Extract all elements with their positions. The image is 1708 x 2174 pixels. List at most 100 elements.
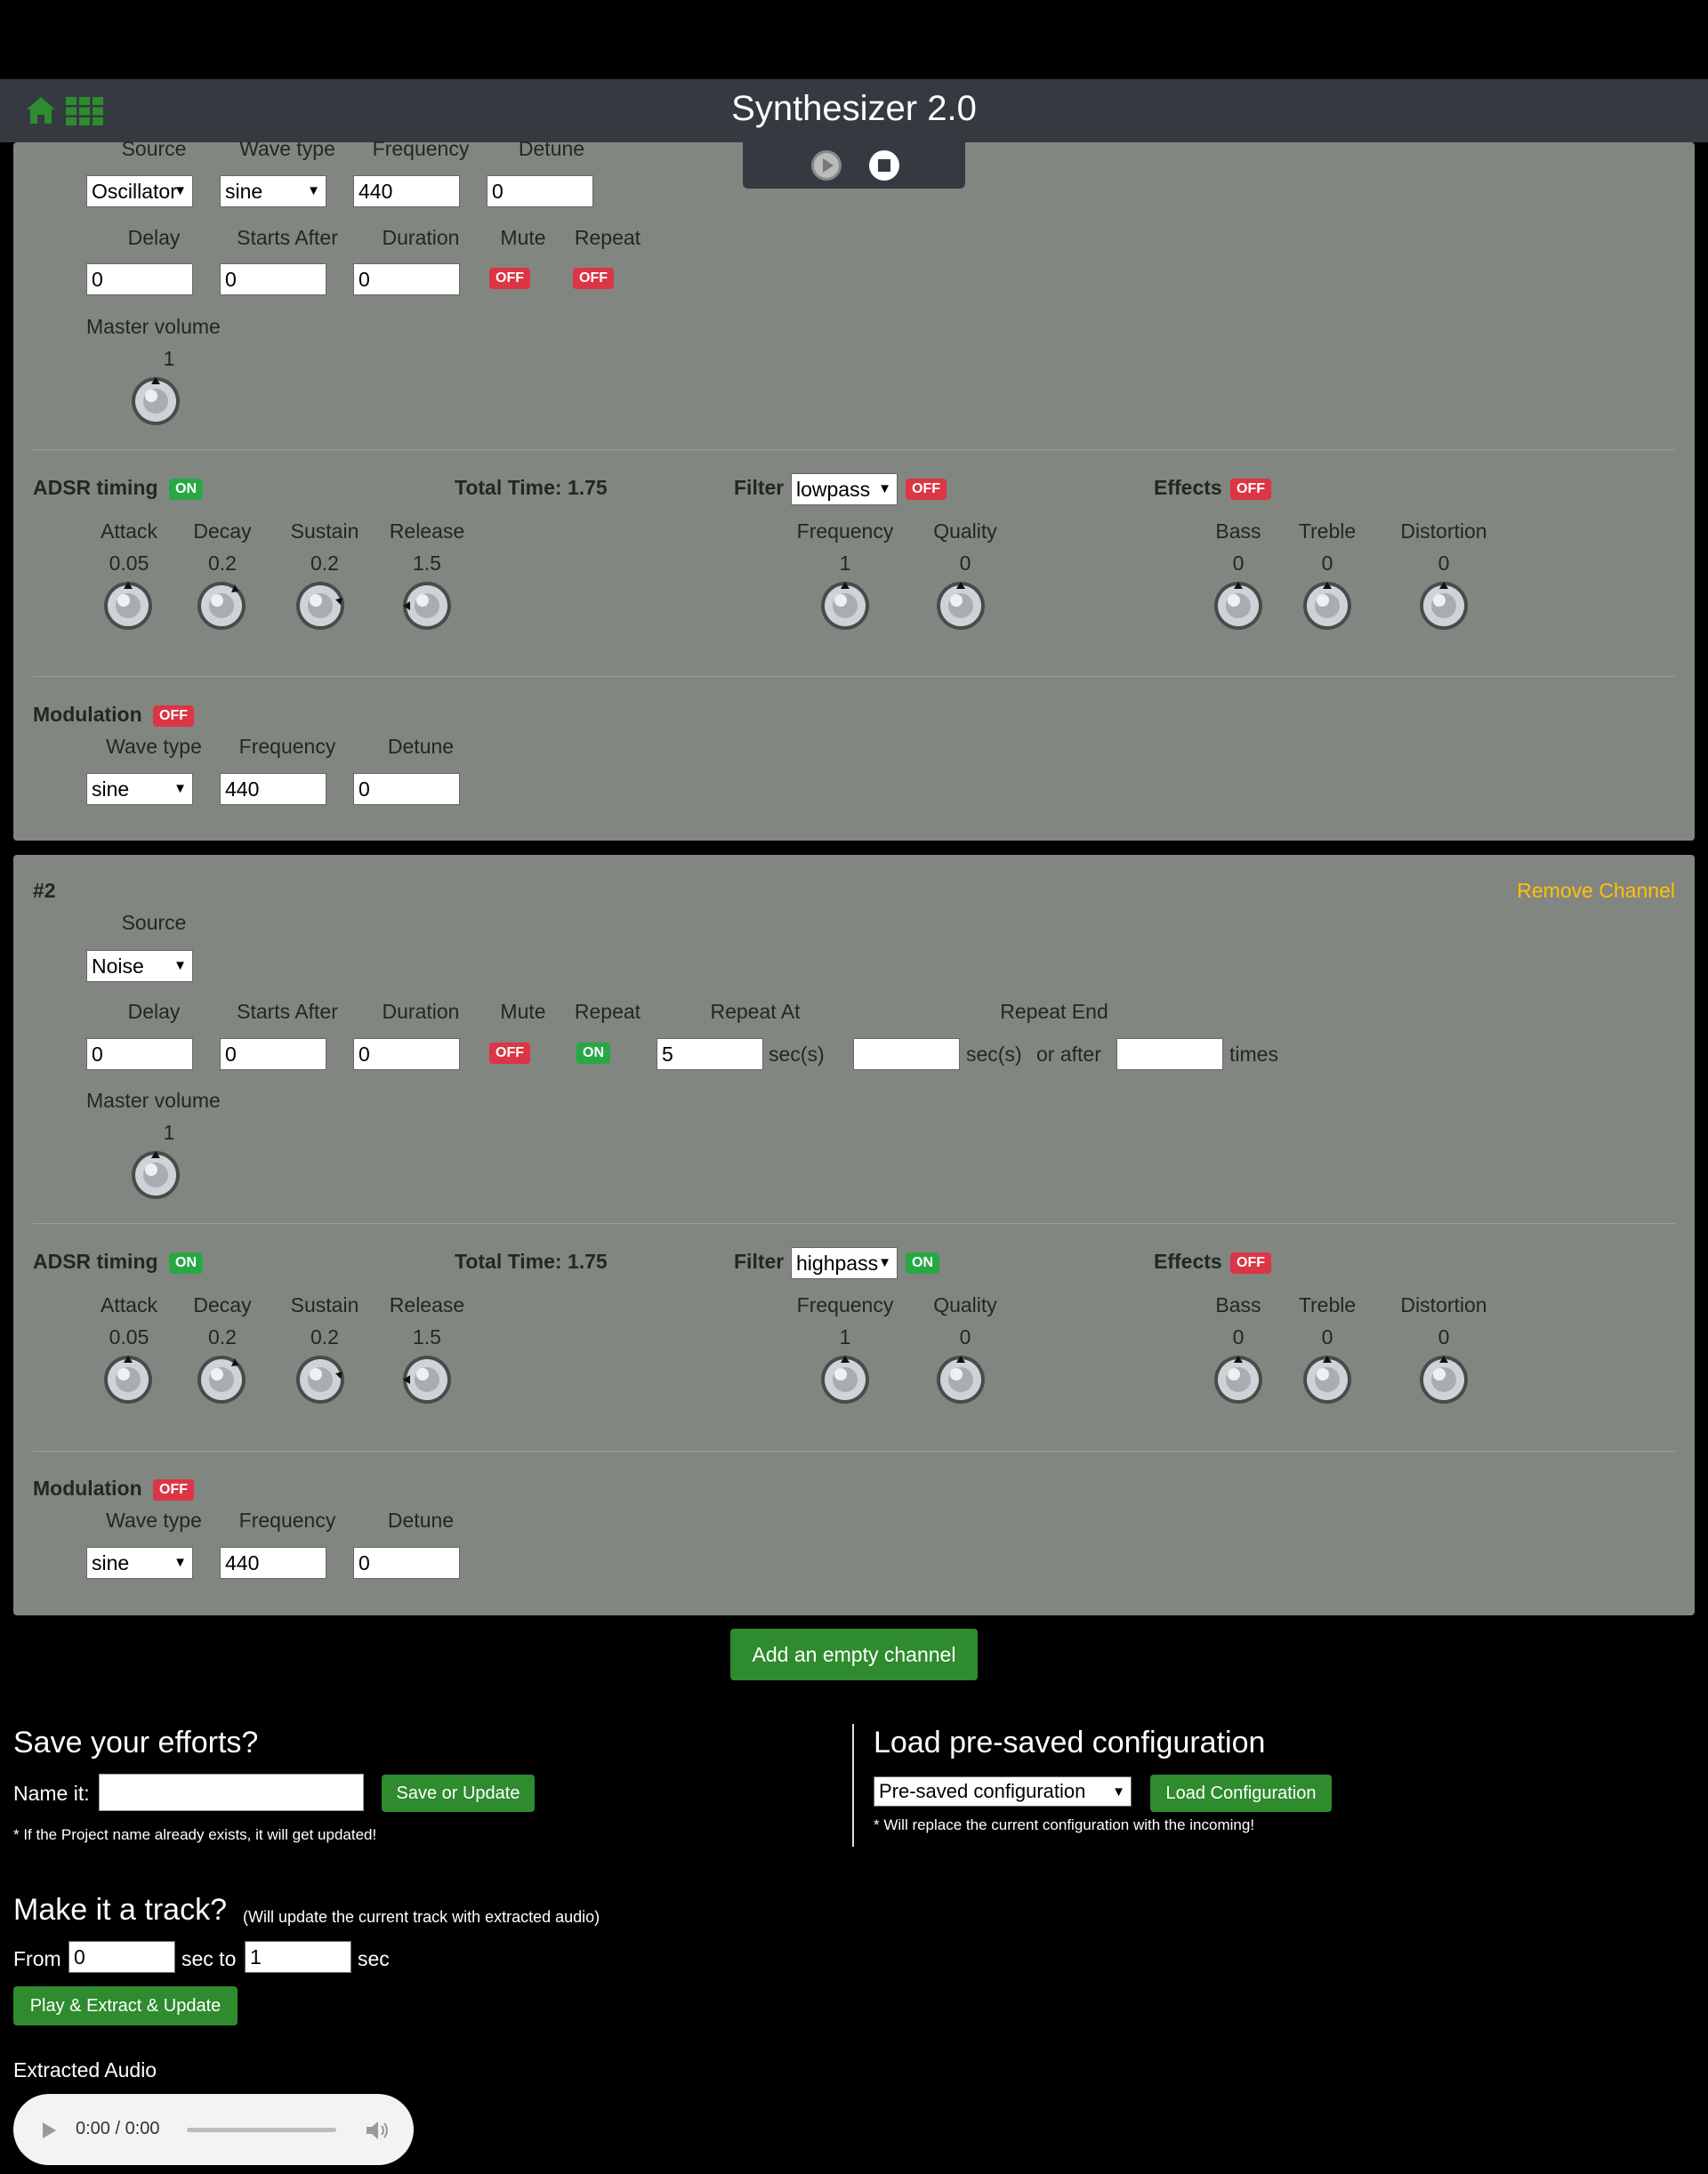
adsr-toggle[interactable]: ON (169, 1252, 203, 1274)
decay-label: Decay (193, 519, 252, 543)
audio-progress-bar[interactable] (187, 2128, 336, 2132)
starts-after-label: Starts After (237, 1000, 338, 1023)
effects-toggle[interactable]: OFF (1230, 479, 1271, 500)
stop-icon[interactable] (868, 149, 900, 181)
modulation-frequency-input[interactable] (220, 1547, 326, 1579)
filter-quality-knob[interactable] (935, 580, 987, 632)
adsr-toggle[interactable]: ON (169, 479, 203, 500)
bass-value: 0 (1232, 552, 1245, 575)
source-select[interactable]: Oscillator ▼ (86, 175, 193, 207)
play-icon[interactable] (40, 2121, 58, 2140)
effects-toggle[interactable]: OFF (1230, 1252, 1271, 1274)
repeat-label: Repeat (574, 1000, 641, 1023)
from-input[interactable] (68, 1941, 175, 1973)
project-name-input[interactable] (99, 1774, 364, 1811)
filter-frequency-value: 1 (839, 1325, 851, 1349)
distortion-knob[interactable] (1418, 1354, 1470, 1405)
sec-to-label: sec to (181, 1947, 237, 1970)
modulation-frequency-input[interactable] (220, 773, 326, 805)
mute-toggle[interactable]: OFF (489, 1043, 530, 1064)
sustain-knob[interactable] (294, 1354, 346, 1405)
decay-knob[interactable] (196, 1354, 247, 1405)
bass-value: 0 (1232, 1325, 1245, 1349)
filter-toggle[interactable]: ON (906, 1252, 939, 1274)
repeat-at-input[interactable] (657, 1038, 763, 1070)
audio-player[interactable]: 0:00 / 0:00 (13, 2094, 414, 2165)
save-button[interactable]: Save or Update (382, 1775, 535, 1812)
load-note: * Will replace the current configuration… (874, 1816, 1255, 1833)
distortion-knob[interactable] (1418, 580, 1470, 632)
filter-frequency-knob[interactable] (819, 580, 871, 632)
remove-channel-link[interactable]: Remove Channel (1517, 879, 1675, 903)
adsr-label: ADSR timing (33, 1250, 158, 1273)
master-volume-knob[interactable] (130, 375, 181, 427)
starts-after-input[interactable] (220, 263, 326, 295)
bass-knob[interactable] (1213, 1354, 1264, 1405)
sustain-label: Sustain (290, 519, 359, 543)
treble-knob[interactable] (1301, 580, 1353, 632)
audio-time: 0:00 / 0:00 (76, 2119, 160, 2138)
duration-input[interactable] (353, 1038, 460, 1070)
modulation-toggle[interactable]: OFF (153, 1479, 194, 1501)
starts-after-input[interactable] (220, 1038, 326, 1070)
filter-toggle[interactable]: OFF (906, 479, 947, 500)
repeat-times-input[interactable] (1116, 1038, 1223, 1070)
adsr-label: ADSR timing (33, 476, 158, 499)
modulation-label: Modulation (33, 1477, 142, 1500)
repeat-end-unit: sec(s) (966, 1043, 1022, 1066)
filter-frequency-knob[interactable] (819, 1354, 871, 1405)
bass-knob[interactable] (1213, 580, 1264, 632)
filter-label: Filter (734, 476, 785, 499)
duration-input[interactable] (353, 263, 460, 295)
to-input[interactable] (245, 1941, 351, 1973)
repeat-toggle[interactable]: ON (576, 1043, 610, 1064)
frequency-input[interactable] (353, 175, 460, 207)
release-knob[interactable] (401, 1354, 453, 1405)
delay-input[interactable] (86, 1038, 193, 1070)
play-icon[interactable] (810, 149, 842, 181)
repeat-end-input[interactable] (853, 1038, 960, 1070)
modulation-detune-input[interactable] (353, 1547, 460, 1579)
load-title: Load pre-saved configuration (874, 1726, 1266, 1759)
source-label: Source (121, 137, 187, 160)
modulation-wave-type-select[interactable]: sine ▼ (86, 1547, 193, 1579)
attack-knob[interactable] (102, 580, 154, 632)
channel-1-panel: Source Wave type Frequency Detune Oscill… (13, 137, 1695, 841)
play-extract-update-button[interactable]: Play & Extract & Update (13, 1986, 238, 2025)
filter-quality-knob[interactable] (935, 1354, 987, 1405)
filter-type-select[interactable]: lowpass ▼ (791, 473, 898, 505)
sustain-knob[interactable] (294, 580, 346, 632)
repeat-toggle[interactable]: OFF (573, 268, 614, 289)
release-label: Release (389, 1293, 465, 1316)
filter-frequency-value: 1 (839, 552, 851, 575)
decay-knob[interactable] (196, 580, 247, 632)
release-knob[interactable] (401, 580, 453, 632)
times-label: times (1229, 1043, 1278, 1066)
treble-knob[interactable] (1301, 1354, 1353, 1405)
modulation-toggle[interactable]: OFF (153, 705, 194, 727)
treble-value: 0 (1321, 552, 1333, 575)
attack-knob[interactable] (102, 1354, 154, 1405)
master-volume-knob[interactable] (130, 1149, 181, 1201)
load-configuration-button[interactable]: Load Configuration (1150, 1775, 1332, 1812)
save-note: * If the Project name already exists, it… (13, 1826, 377, 1843)
source-select[interactable]: Noise ▼ (86, 950, 193, 982)
mute-toggle[interactable]: OFF (489, 268, 530, 289)
detune-input[interactable] (487, 175, 593, 207)
filter-type-select[interactable]: highpass ▼ (791, 1247, 898, 1279)
distortion-value: 0 (1438, 1325, 1450, 1349)
track-title: Make it a track? (13, 1893, 227, 1927)
app-title: Synthesizer 2.0 (731, 89, 977, 128)
detune-label: Detune (518, 137, 585, 160)
wave-type-select[interactable]: sine ▼ (220, 175, 326, 207)
chevron-down-icon: ▼ (173, 958, 187, 973)
presaved-config-select[interactable]: Pre-saved configuration ▼ (874, 1776, 1132, 1807)
modulation-detune-input[interactable] (353, 773, 460, 805)
chevron-down-icon: ▼ (878, 1255, 891, 1270)
volume-icon[interactable] (365, 2119, 390, 2142)
modulation-label: Modulation (33, 703, 142, 726)
add-channel-button[interactable]: Add an empty channel (730, 1629, 978, 1680)
mute-label: Mute (500, 1000, 546, 1023)
modulation-wave-type-select[interactable]: sine ▼ (86, 773, 193, 805)
delay-input[interactable] (86, 263, 193, 295)
